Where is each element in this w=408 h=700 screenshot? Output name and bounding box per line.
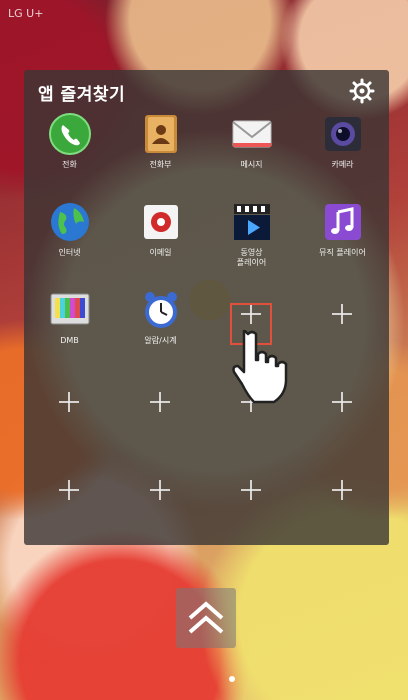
tv-icon <box>50 293 90 325</box>
empty-slot[interactable] <box>297 288 388 380</box>
hand-pointer-icon <box>232 330 288 404</box>
chevron-up-icon <box>188 601 224 634</box>
app-favorites-panel: 앱 즐겨찾기 전화 전화부 메시지 카메라 인터넷 이메일 동영상 플레이어 뮤… <box>24 70 389 545</box>
globe-icon <box>51 203 89 241</box>
plus-icon <box>332 392 352 412</box>
empty-slot[interactable] <box>115 376 206 468</box>
app-label: 인터넷 <box>58 248 81 257</box>
app-label: 동영상 플레이어 <box>236 248 267 267</box>
phone-icon <box>49 113 91 155</box>
empty-slot[interactable] <box>24 464 115 556</box>
app-label: 전화부 <box>149 160 172 169</box>
panel-title: 앱 즐겨찾기 <box>38 85 126 105</box>
empty-slot[interactable] <box>115 464 206 556</box>
page-indicator <box>229 676 235 682</box>
app-label: 이메일 <box>149 248 172 257</box>
app-label: 메시지 <box>240 160 263 169</box>
plus-icon <box>150 392 170 412</box>
app-alarm-clock[interactable]: 알람/시계 <box>115 288 206 380</box>
plus-icon <box>332 304 352 324</box>
app-phone[interactable]: 전화 <box>24 112 115 204</box>
email-icon <box>144 205 178 239</box>
plus-icon <box>241 480 261 500</box>
app-label: 알람/시계 <box>144 336 177 345</box>
app-video-player[interactable]: 동영상 플레이어 <box>206 200 297 292</box>
app-dmb[interactable]: DMB <box>24 288 115 380</box>
plus-icon <box>332 480 352 500</box>
app-contacts[interactable]: 전화부 <box>115 112 206 204</box>
video-player-icon <box>234 204 270 240</box>
app-label: 카메라 <box>331 160 354 169</box>
empty-slot[interactable] <box>297 376 388 468</box>
empty-slot[interactable] <box>206 464 297 556</box>
app-internet[interactable]: 인터넷 <box>24 200 115 292</box>
carrier-label: LG U+ <box>8 7 44 20</box>
empty-slot[interactable] <box>24 376 115 468</box>
empty-slot[interactable] <box>297 464 388 556</box>
app-drawer-button[interactable] <box>176 588 236 648</box>
plus-icon <box>59 480 79 500</box>
contacts-icon <box>145 115 177 153</box>
music-player-icon <box>325 204 361 240</box>
plus-icon <box>59 392 79 412</box>
message-icon <box>232 120 272 148</box>
app-message[interactable]: 메시지 <box>206 112 297 204</box>
app-music-player[interactable]: 뮤직 플레이어 <box>297 200 388 292</box>
app-label: DMB <box>60 336 79 345</box>
app-camera[interactable]: 카메라 <box>297 112 388 204</box>
app-email[interactable]: 이메일 <box>115 200 206 292</box>
app-label: 뮤직 플레이어 <box>319 248 366 257</box>
alarm-clock-icon <box>145 292 177 328</box>
app-label: 전화 <box>62 160 77 169</box>
plus-icon <box>150 480 170 500</box>
camera-icon <box>325 117 361 151</box>
gear-icon[interactable] <box>349 78 375 104</box>
